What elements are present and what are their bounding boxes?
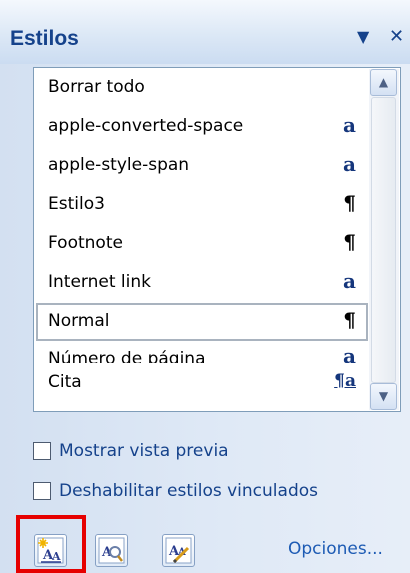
scroll-up-icon[interactable]: ▲ — [370, 69, 397, 96]
style-item-cita[interactable]: Cita ¶a — [36, 364, 368, 402]
style-item-label: apple-style-span — [48, 155, 190, 175]
style-item-label: Borrar todo — [48, 77, 145, 97]
style-item-label: Estilo3 — [48, 194, 105, 214]
style-item-label: Internet link — [48, 272, 151, 292]
pane-header: Estilos ▼ ✕ — [0, 0, 410, 64]
manage-styles-icon: A A — [165, 537, 192, 564]
checkbox-box[interactable] — [33, 442, 51, 460]
style-item-label: Cita — [48, 372, 82, 392]
style-item-apple-style-span[interactable]: apple-style-span a — [36, 147, 368, 185]
disable-linked-styles-label: Deshabilitar estilos vinculados — [59, 481, 318, 501]
character-style-icon: a — [343, 113, 356, 137]
linked-style-icon: ¶a — [334, 371, 356, 391]
vertical-scrollbar[interactable]: ▲ ▼ — [369, 69, 399, 410]
style-item-estilo3[interactable]: Estilo3 ¶ — [36, 186, 368, 224]
highlight-box — [16, 515, 86, 573]
paragraph-style-icon: ¶ — [343, 230, 356, 254]
show-preview-checkbox[interactable]: Mostrar vista previa — [33, 441, 229, 461]
close-icon[interactable]: ✕ — [389, 27, 404, 47]
options-link[interactable]: Opciones... — [288, 539, 383, 559]
checkbox-box[interactable] — [33, 482, 51, 500]
disable-linked-styles-checkbox[interactable]: Deshabilitar estilos vinculados — [33, 481, 318, 501]
style-item-label: apple-converted-space — [48, 116, 244, 136]
style-inspector-icon: A — [98, 537, 125, 564]
style-item-internet-link[interactable]: Internet link a — [36, 264, 368, 302]
style-item-normal[interactable]: Normal ¶ — [36, 303, 368, 341]
style-item-footnote[interactable]: Footnote ¶ — [36, 225, 368, 263]
svg-text:A: A — [101, 545, 113, 560]
style-item-borrar-todo[interactable]: Borrar todo — [36, 69, 368, 107]
styles-list[interactable]: Borrar todo apple-converted-space a appl… — [33, 67, 401, 412]
scroll-down-icon[interactable]: ▼ — [370, 383, 397, 410]
styles-pane: Estilos ▼ ✕ Borrar todo apple-converted-… — [0, 0, 410, 573]
style-item-label: Footnote — [48, 233, 123, 253]
style-inspector-button[interactable]: A — [95, 534, 128, 567]
style-item-numero-de-pagina[interactable]: Número de página a — [36, 347, 368, 363]
character-style-icon: a — [343, 347, 356, 363]
character-style-icon: a — [343, 152, 356, 176]
style-item-label: Número de página — [48, 349, 206, 363]
character-style-icon: a — [343, 269, 356, 293]
manage-styles-button[interactable]: A A — [162, 534, 195, 567]
style-item-label: Normal — [48, 311, 110, 331]
show-preview-label: Mostrar vista previa — [59, 441, 229, 461]
style-item-apple-converted-space[interactable]: apple-converted-space a — [36, 108, 368, 146]
pane-title: Estilos — [10, 27, 79, 50]
paragraph-style-icon: ¶ — [343, 308, 356, 332]
scroll-thumb[interactable] — [371, 97, 396, 383]
paragraph-style-icon: ¶ — [343, 191, 356, 215]
chevron-down-icon[interactable]: ▼ — [357, 27, 369, 47]
